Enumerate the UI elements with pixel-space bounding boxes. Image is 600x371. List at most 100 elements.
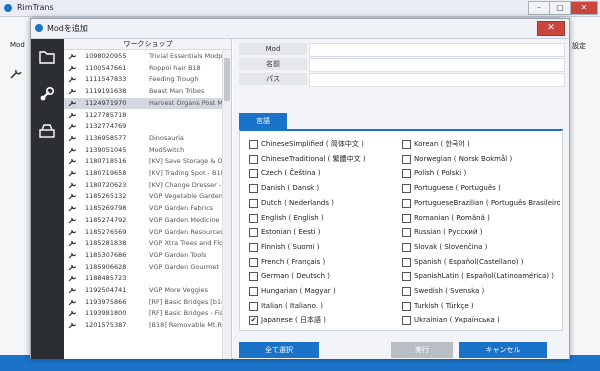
minimize-button[interactable]: –: [528, 1, 550, 15]
list-item[interactable]: 1185269798 VGP Garden Fabrics: [64, 203, 222, 214]
language-option[interactable]: Russian ( Русский ): [402, 227, 560, 238]
language-checkbox[interactable]: [249, 140, 258, 149]
language-checkbox[interactable]: [402, 213, 411, 223]
mod-field-label: Mod: [239, 43, 307, 55]
list-item[interactable]: 1193981800 [RF] Basic Bridges - Fishing: [64, 308, 222, 319]
language-option[interactable]: ChineseSimplified ( 简体中文 ): [249, 139, 399, 149]
workshop-scrollbar[interactable]: [222, 50, 231, 359]
language-checkbox[interactable]: [402, 228, 411, 238]
language-checkbox[interactable]: [249, 169, 258, 179]
language-option[interactable]: Ukrainian ( Українська ): [402, 315, 560, 326]
language-option[interactable]: Turkish ( Türkçe ): [402, 301, 560, 311]
language-checkbox[interactable]: [402, 287, 411, 296]
language-option[interactable]: Korean ( 한국어 ): [402, 139, 560, 149]
language-option[interactable]: Slovak ( Slovenčina ): [402, 242, 560, 252]
wrench-icon: [68, 205, 76, 212]
list-item[interactable]: 1139051045 ModSwitch: [64, 145, 222, 156]
mod-id: 1185307686: [85, 250, 127, 259]
language-checkbox[interactable]: [249, 228, 258, 238]
list-item[interactable]: 1132774769: [64, 121, 222, 132]
list-item[interactable]: 1185906628 VGP Garden Gourmet: [64, 262, 222, 273]
language-checkbox[interactable]: [402, 257, 411, 267]
list-item[interactable]: 1100547661 Roppoi hair B18: [64, 63, 222, 74]
language-option[interactable]: ChineseTraditional ( 繁體中文 ): [249, 154, 399, 164]
list-item[interactable]: 1136958577 Dinosauria: [64, 133, 222, 144]
language-checkbox[interactable]: [249, 184, 258, 194]
steam-icon[interactable]: [37, 84, 57, 104]
language-checkbox[interactable]: [402, 301, 411, 311]
tab-languages[interactable]: 言語: [239, 113, 287, 129]
language-checkbox[interactable]: [402, 184, 411, 194]
language-label: Czech ( Čeština ): [261, 169, 321, 178]
list-item[interactable]: 1193975866 [RF] Basic Bridges [b18]: [64, 297, 222, 308]
list-item[interactable]: 1185274792 VGP Garden Medicine: [64, 215, 222, 226]
language-option[interactable]: Romanian ( Română ): [402, 213, 560, 223]
language-option[interactable]: Italian ( Italiano. ): [249, 301, 399, 311]
language-checkbox[interactable]: [402, 316, 411, 326]
language-checkbox[interactable]: [249, 287, 258, 296]
list-item[interactable]: 1127785718: [64, 110, 222, 121]
settings-label[interactable]: 設定: [572, 41, 586, 51]
language-option[interactable]: Polish ( Polski ): [402, 168, 560, 179]
language-checkbox[interactable]: [249, 242, 258, 252]
language-option[interactable]: Spanish ( Español(Castellano) ): [402, 257, 560, 267]
language-checkbox[interactable]: ✔: [249, 316, 258, 326]
language-option[interactable]: French ( Français ): [249, 257, 399, 267]
language-option[interactable]: ✔ Japanese ( 日本語 ): [249, 315, 399, 326]
mod-id: 1119191638: [85, 87, 127, 96]
language-option[interactable]: English ( English ): [249, 213, 399, 223]
mod-name: Roppoi hair B18: [149, 63, 201, 72]
list-item[interactable]: 1201575387 [B18] Removable Mt.Rock: [64, 320, 222, 331]
cancel-button[interactable]: キャンセル: [459, 342, 547, 358]
language-option[interactable]: Swedish ( Svenska ): [402, 286, 560, 296]
list-item[interactable]: 1188485723: [64, 273, 222, 284]
select-all-button[interactable]: 全て選択: [239, 342, 319, 358]
language-option[interactable]: PortugueseBrazilian ( Português Brasilei…: [402, 198, 560, 208]
list-item[interactable]: 1098020955 Trivial Essentials Modpack02: [64, 51, 222, 62]
wrench-icon: [68, 276, 76, 282]
language-option[interactable]: Norwegian ( Norsk Bokmål ): [402, 154, 560, 164]
list-item[interactable]: 1180720623 [KV] Change Dresser - B18: [64, 180, 222, 191]
language-checkbox[interactable]: [249, 257, 258, 267]
language-option[interactable]: Czech ( Čeština ): [249, 168, 399, 179]
language-option[interactable]: Estonian ( Eesti ): [249, 227, 399, 238]
dialog-close-button[interactable]: ✕: [537, 21, 565, 36]
list-item[interactable]: 1180719658 [KV] Trading Spot - B18: [64, 168, 222, 179]
list-item[interactable]: 1185265132 VGP Vegetable Garden: [64, 191, 222, 202]
maximize-button[interactable]: □: [549, 1, 571, 15]
folder-icon[interactable]: [37, 47, 57, 67]
language-checkbox[interactable]: [402, 272, 411, 282]
language-option[interactable]: Finnish ( Suomi ): [249, 242, 399, 252]
list-item[interactable]: 1185276569 VGP Garden Resources: [64, 227, 222, 238]
drive-icon[interactable]: [37, 121, 57, 141]
execute-button[interactable]: 実行: [391, 342, 453, 358]
list-item[interactable]: 1119191638 Beast Man Tribes: [64, 86, 222, 97]
list-item[interactable]: 1111547833 Feeding Trough: [64, 74, 222, 85]
language-checkbox[interactable]: [402, 198, 411, 208]
language-checkbox[interactable]: [402, 169, 411, 179]
list-item[interactable]: 1192504741 VGP More Veggies: [64, 285, 222, 296]
language-checkbox[interactable]: [249, 272, 258, 282]
language-option[interactable]: Dutch ( Nederlands ): [249, 198, 399, 208]
mod-id: 1188485723: [85, 274, 127, 283]
language-option[interactable]: SpanishLatin ( Español(Latinoamérica) ): [402, 271, 560, 282]
language-option[interactable]: Danish ( Dansk ): [249, 183, 399, 194]
language-checkbox[interactable]: [402, 242, 411, 252]
wrench-icon: [68, 100, 76, 107]
language-option[interactable]: Portuguese ( Português ): [402, 183, 560, 194]
language-checkbox[interactable]: [249, 154, 258, 164]
language-checkbox[interactable]: [249, 198, 258, 208]
wrench-icon: [68, 112, 76, 118]
language-option[interactable]: Hungarian ( Magyar ): [249, 286, 399, 296]
language-checkbox[interactable]: [402, 154, 411, 164]
app-close-button[interactable]: ✕: [570, 1, 598, 15]
language-option[interactable]: German ( Deutsch ): [249, 271, 399, 282]
list-item[interactable]: 1180718516 [KV] Save Storage & Outfit: [64, 156, 222, 167]
list-item[interactable]: 1185281838 VGP Xtra Trees and Flowers: [64, 238, 222, 249]
language-checkbox[interactable]: [402, 140, 411, 149]
scrollbar-thumb[interactable]: [224, 58, 230, 101]
language-checkbox[interactable]: [249, 301, 258, 311]
language-checkbox[interactable]: [249, 213, 258, 223]
list-item[interactable]: 1124971970 Harvest Organs Post Mortem: [64, 97, 222, 109]
list-item[interactable]: 1185307686 VGP Garden Tools: [64, 250, 222, 261]
